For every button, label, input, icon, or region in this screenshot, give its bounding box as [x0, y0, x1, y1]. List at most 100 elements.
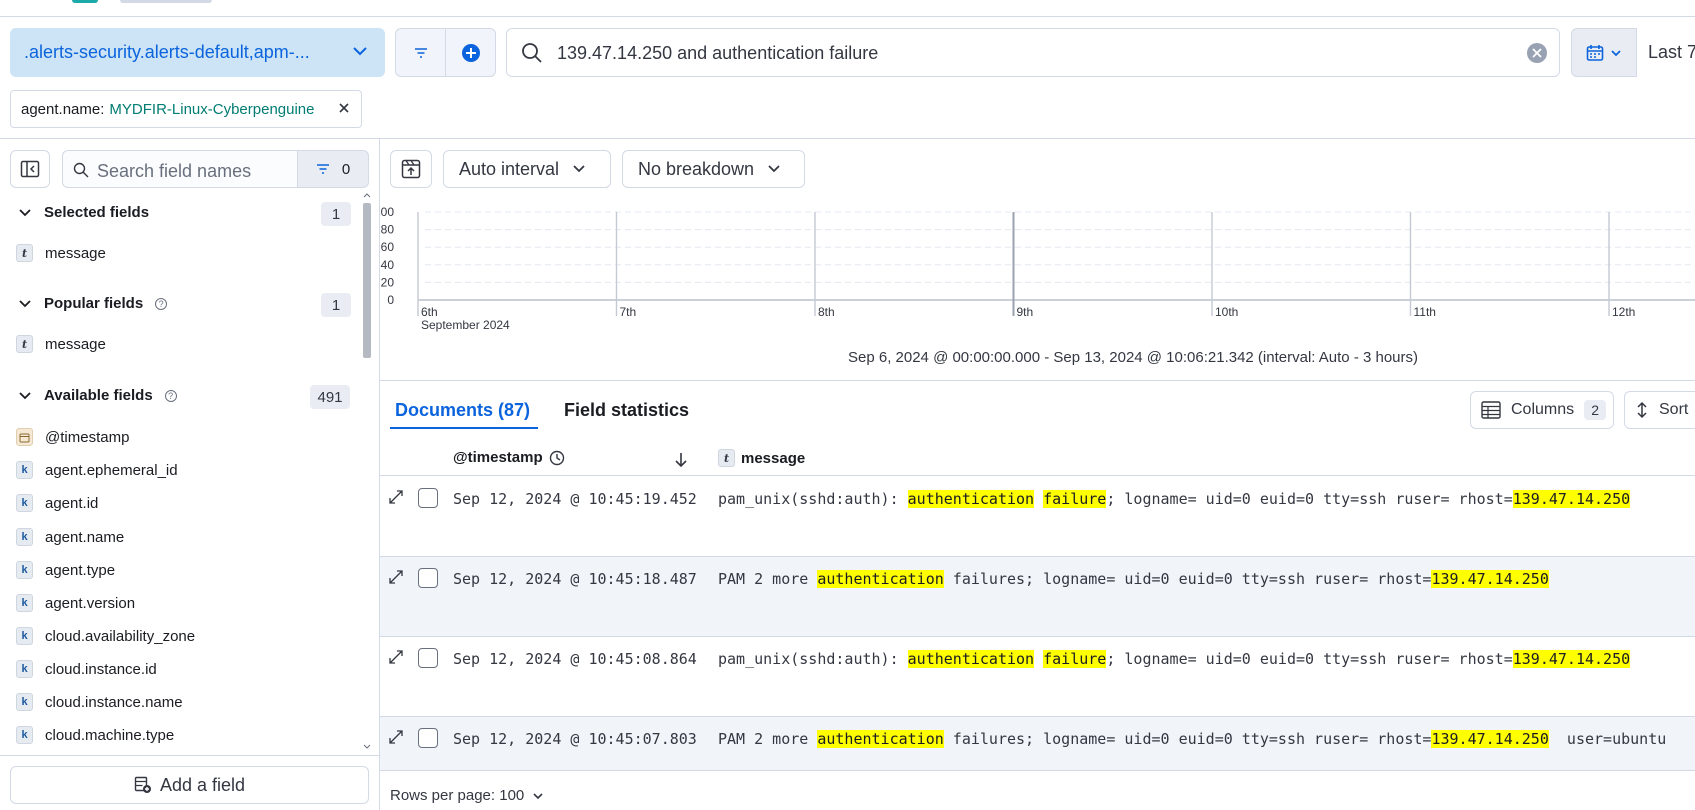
field-item-agent-version[interactable]: k agent.version — [16, 594, 135, 612]
row-timestamp: Sep 12, 2024 @ 10:45:08.864 — [453, 650, 697, 668]
expand-icon[interactable] — [388, 569, 404, 585]
column-header-timestamp[interactable]: @timestamp — [453, 449, 565, 466]
chevron-down-icon — [533, 792, 543, 799]
message-segment: ; logname= uid=0 euid=0 tty=ssh ruser= r… — [1106, 490, 1513, 508]
table-row[interactable]: Sep 12, 2024 @ 10:45:18.487 PAM 2 more au… — [380, 557, 1695, 637]
section-count-badge: 1 — [321, 202, 351, 226]
date-quick-menu-button[interactable] — [1571, 28, 1637, 77]
tab-documents[interactable]: Documents (87) — [395, 400, 530, 421]
sort-icon — [1637, 401, 1647, 419]
table-row[interactable]: Sep 12, 2024 @ 10:45:19.452 pam_unix(sshd… — [380, 477, 1695, 557]
data-view-picker[interactable]: .alerts-security.alerts-default,apm-... — [10, 28, 385, 77]
field-item-message[interactable]: t message — [16, 244, 106, 262]
expand-icon[interactable] — [388, 489, 404, 505]
keyword-type-icon: k — [16, 693, 33, 711]
calendar-type-icon — [16, 428, 33, 446]
section-count-badge: 491 — [310, 385, 350, 409]
search-highlight: failure — [1043, 490, 1107, 508]
breakdown-select[interactable]: No breakdown — [622, 150, 805, 188]
message-segment: failures; logname= uid=0 euid=0 tty=ssh … — [943, 570, 1432, 588]
keyword-type-icon: k — [16, 561, 33, 579]
field-item-agent-id[interactable]: k agent.id — [16, 494, 98, 512]
sort-descending-icon[interactable] — [674, 452, 688, 468]
search-highlight: 139.47.14.250 — [1512, 490, 1631, 508]
chevron-down-icon — [19, 299, 31, 307]
remove-filter-icon[interactable] — [337, 101, 351, 115]
query-text: 139.47.14.250 and authentication failure — [557, 43, 879, 63]
y-axis-labels: 100 80 60 40 20 0 — [380, 205, 394, 307]
date-range-label[interactable]: Last 7 — [1648, 42, 1695, 63]
filter-pill[interactable]: agent.name: MYDFIR-Linux-Cyberpenguine — [10, 90, 362, 128]
add-filter-button[interactable] — [446, 29, 496, 76]
sort-button[interactable]: Sort — [1624, 391, 1695, 429]
filter-pill-key: agent.name: — [21, 100, 105, 118]
help-icon: ? — [155, 297, 168, 310]
message-segment: PAM 2 more — [718, 730, 818, 748]
message-segment: pam_unix(sshd:auth): — [718, 490, 908, 508]
toggle-histogram-button[interactable] — [390, 150, 432, 188]
field-search-input[interactable]: Search field names — [62, 150, 298, 188]
columns-label: Columns — [1511, 401, 1575, 418]
column-header-message[interactable]: t message — [718, 449, 805, 467]
data-view-label: .alerts-security.alerts-default,apm-... — [24, 42, 310, 62]
expand-icon[interactable] — [388, 729, 404, 745]
y-tick-label: 0 — [387, 293, 394, 307]
chevron-down-icon — [19, 208, 31, 216]
section-title: Available fields — [44, 387, 153, 404]
field-type-filter-button[interactable]: 0 — [297, 150, 369, 188]
field-item-cloud-instance-id[interactable]: k cloud.instance.id — [16, 660, 157, 678]
keyword-type-icon: k — [16, 726, 33, 744]
row-checkbox[interactable] — [418, 568, 438, 588]
histogram-time-range: Sep 6, 2024 @ 00:00:00.000 - Sep 13, 202… — [848, 349, 1419, 366]
row-message: pam_unix(sshd:auth): authentication fail… — [718, 650, 1631, 668]
field-item-agent-type[interactable]: k agent.type — [16, 561, 115, 579]
row-checkbox[interactable] — [418, 728, 438, 748]
row-checkbox[interactable] — [418, 488, 438, 508]
x-tick-label: 7th — [620, 305, 637, 319]
selected-fields-toggle[interactable]: Selected fields — [18, 204, 149, 221]
search-highlight: authentication — [817, 730, 944, 748]
filter-icon — [316, 164, 329, 174]
field-name: cloud.instance.name — [45, 693, 183, 711]
field-filter-count: 0 — [341, 160, 351, 178]
add-field-button[interactable]: Add a field — [10, 766, 369, 804]
interval-select[interactable]: Auto interval — [443, 150, 611, 188]
message-segment: failures; logname= uid=0 euid=0 tty=ssh … — [943, 730, 1432, 748]
field-item-message[interactable]: t message — [16, 335, 106, 353]
breakdown-value: No breakdown — [638, 158, 755, 179]
columns-button[interactable]: Columns 2 — [1470, 391, 1614, 429]
field-item-cloud-availability-zone[interactable]: k cloud.availability_zone — [16, 627, 195, 645]
y-tick-label: 100 — [380, 205, 394, 219]
y-gridlines — [425, 211, 1695, 301]
rows-per-page-select[interactable]: Rows per page: 100 — [390, 787, 544, 804]
field-item-timestamp[interactable]: @timestamp — [16, 428, 129, 446]
popular-fields-toggle[interactable]: Popular fields ? — [18, 295, 168, 312]
sidebar-scroll-thumb[interactable] — [363, 203, 371, 358]
collapse-sidebar-button[interactable] — [10, 150, 50, 188]
tab-field-statistics[interactable]: Field statistics — [564, 400, 689, 421]
field-item-cloud-machine-type[interactable]: k cloud.machine.type — [16, 726, 174, 744]
search-highlight: 139.47.14.250 — [1512, 650, 1631, 668]
x-tick-label: 12th — [1612, 305, 1635, 319]
row-timestamp: Sep 12, 2024 @ 10:45:18.487 — [453, 570, 697, 588]
filter-pill-value: MYDFIR-Linux-Cyberpenguine — [109, 100, 315, 118]
table-icon — [1481, 401, 1501, 419]
chevron-down-icon — [353, 47, 367, 56]
field-item-agent-ephemeral-id[interactable]: k agent.ephemeral_id — [16, 461, 178, 479]
text-type-icon: t — [16, 335, 33, 353]
search-highlight: 139.47.14.250 — [1431, 730, 1549, 748]
filter-menu-button[interactable] — [396, 29, 446, 76]
available-fields-toggle[interactable]: Available fields ? — [18, 387, 177, 404]
table-row[interactable]: Sep 12, 2024 @ 10:45:08.864 pam_unix(sshd… — [380, 637, 1695, 717]
expand-icon[interactable] — [388, 649, 404, 665]
clock-icon — [549, 450, 564, 465]
y-tick-label: 40 — [381, 258, 395, 272]
field-name: agent.version — [45, 594, 136, 612]
clear-query-button[interactable] — [1527, 43, 1547, 63]
query-input[interactable]: 139.47.14.250 and authentication failure — [506, 28, 1560, 77]
sort-label: Sort — [1659, 401, 1689, 418]
table-row[interactable]: Sep 12, 2024 @ 10:45:07.803 PAM 2 more au… — [380, 717, 1695, 771]
row-checkbox[interactable] — [418, 648, 438, 668]
field-item-agent-name[interactable]: k agent.name — [16, 528, 124, 546]
field-item-cloud-instance-name[interactable]: k cloud.instance.name — [16, 693, 183, 711]
